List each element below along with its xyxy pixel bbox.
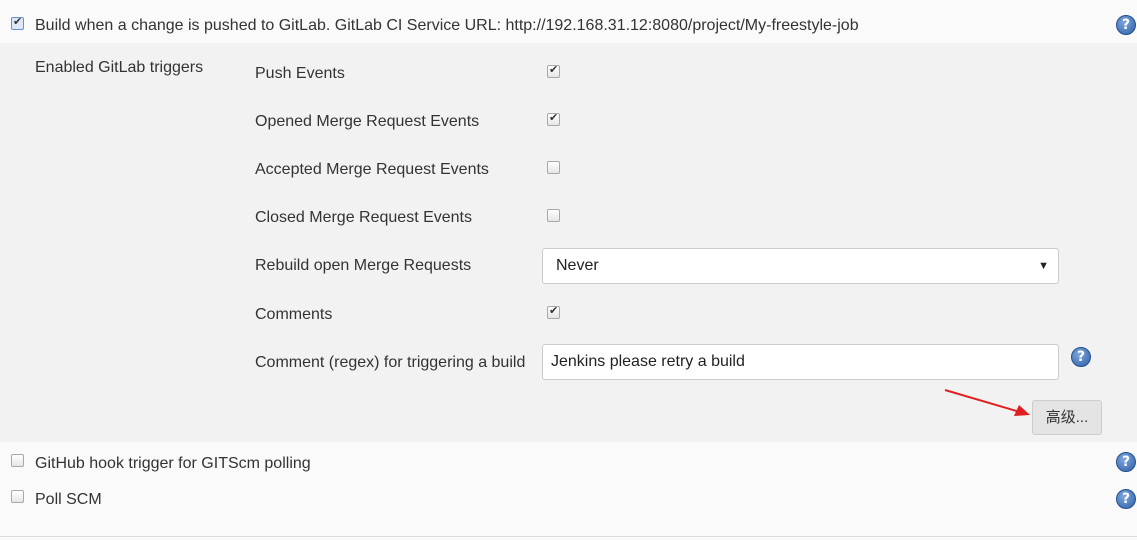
- gitlab-triggers-panel: [0, 43, 1137, 442]
- opened-mr-checkbox[interactable]: [547, 111, 560, 126]
- poll-scm-checkbox[interactable]: [11, 490, 24, 503]
- rebuild-mr-value: Never: [556, 257, 599, 274]
- closed-mr-label: Closed Merge Request Events: [255, 209, 472, 226]
- comments-checkbox[interactable]: [547, 304, 560, 319]
- closed-mr-checkbox[interactable]: [547, 209, 560, 222]
- enabled-triggers-label: Enabled GitLab triggers: [35, 59, 204, 76]
- annotation-arrow-icon: [944, 389, 1030, 416]
- gitlab-trigger-checkbox[interactable]: [11, 15, 24, 30]
- opened-mr-label: Opened Merge Request Events: [255, 113, 480, 130]
- rebuild-mr-label: Rebuild open Merge Requests: [255, 257, 472, 274]
- help-icon[interactable]: ?: [1116, 452, 1136, 472]
- help-icon[interactable]: ?: [1116, 489, 1136, 509]
- push-events-label: Push Events: [255, 65, 345, 82]
- comments-label: Comments: [255, 306, 333, 323]
- help-icon[interactable]: ?: [1116, 15, 1136, 35]
- github-trigger-checkbox[interactable]: [11, 454, 24, 467]
- gitlab-trigger-label: Build when a change is pushed to GitLab.…: [35, 17, 859, 34]
- dropdown-arrow-icon: ▼: [1038, 260, 1049, 272]
- accepted-mr-label: Accepted Merge Request Events: [255, 161, 489, 178]
- comment-regex-input[interactable]: [542, 344, 1059, 380]
- push-events-checkbox[interactable]: [547, 63, 560, 78]
- comment-regex-label: Comment (regex) for triggering a build: [255, 354, 526, 371]
- help-icon[interactable]: ?: [1071, 347, 1091, 367]
- accepted-mr-checkbox[interactable]: [547, 161, 560, 174]
- rebuild-mr-select[interactable]: Never ▼: [542, 248, 1059, 284]
- divider: [0, 536, 1137, 537]
- github-trigger-label: GitHub hook trigger for GITScm polling: [35, 455, 311, 472]
- advanced-button[interactable]: 高级...: [1032, 400, 1102, 435]
- poll-scm-label: Poll SCM: [35, 491, 102, 508]
